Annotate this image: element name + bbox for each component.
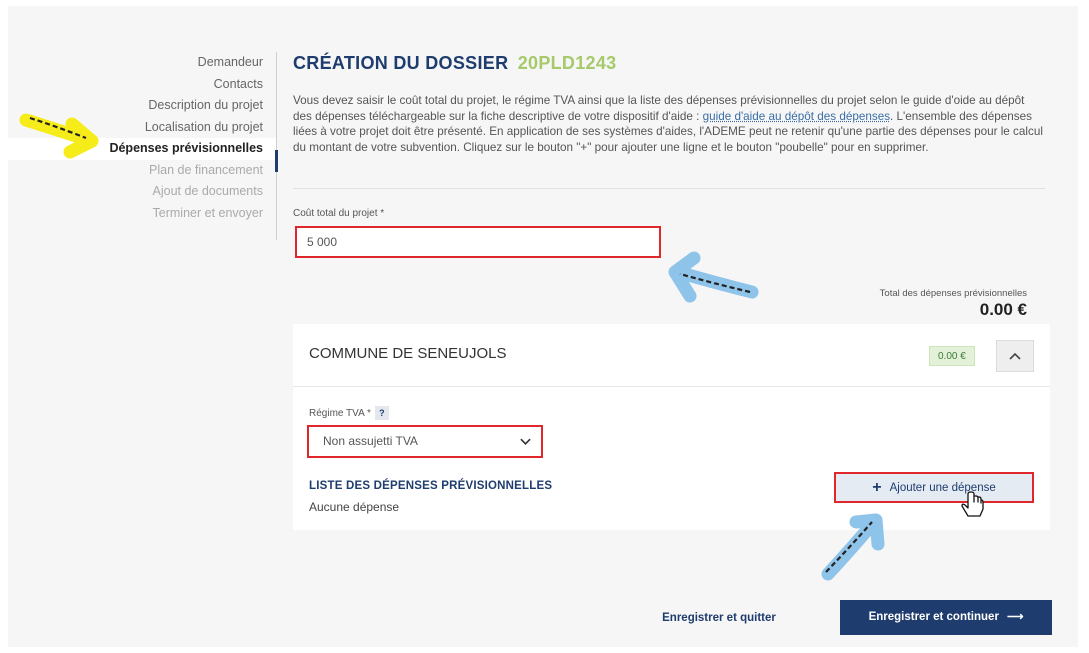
dossier-code: 20PLD1243 [517,53,617,73]
sidebar-item-financement: Plan de financement [0,160,277,182]
sidebar-item-label: Plan de financement [149,162,263,177]
beneficiary-card: COMMUNE DE SENEUJOLS 0.00 € Régime TVA *… [293,324,1050,530]
page-title-text: CRÉATION DU DOSSIER [293,53,509,73]
sidebar-item-label: Ajout de documents [152,184,264,198]
sidebar-item-description[interactable]: Description du projet [0,95,277,117]
expenses-empty-text: Aucune dépense [309,500,400,514]
amount-badge: 0.00 € [929,346,975,366]
chevron-down-icon [520,438,531,445]
tva-label-text: Régime TVA * [309,408,371,419]
save-and-continue-label: Enregistrer et continuer [868,611,999,623]
section-divider [293,188,1045,189]
sidebar-divider [276,52,277,240]
sidebar-item-depenses[interactable]: Dépenses prévisionnelles [0,138,277,160]
guide-link[interactable]: guide d'aide au dépôt des dépenses [703,110,890,123]
collapse-button[interactable] [996,340,1034,372]
add-expense-label: Ajouter une dépense [889,482,996,494]
chevron-up-icon [1009,352,1021,360]
add-expense-button[interactable]: + Ajouter une dépense [834,472,1034,503]
sidebar-active-indicator [275,150,278,172]
cost-label: Coût total du projet * [293,208,385,219]
sidebar-item-label: Localisation du projet [144,119,263,134]
sidebar-item-label: Terminer et envoyer [152,205,263,220]
save-and-quit-button[interactable]: Enregistrer et quitter [647,603,791,633]
intro-text: Vous devez saisir le coût total du proje… [293,93,1045,155]
tva-label: Régime TVA *? [309,406,389,420]
total-value: 0.00 € [979,300,1027,319]
plus-icon: + [872,479,882,496]
total-label: Total des dépenses prévisionnelles [879,288,1027,299]
step-sidebar: Demandeur Contacts Description du projet… [0,52,277,224]
card-title: COMMUNE DE SENEUJOLS [309,345,507,362]
sidebar-item-label: Description du projet [148,98,263,112]
sidebar-item-label: Dépenses prévisionnelles [109,141,263,155]
expenses-list-title: LISTE DES DÉPENSES PRÉVISIONNELLES [309,480,553,492]
help-icon[interactable]: ? [374,406,389,420]
sidebar-item-demandeur[interactable]: Demandeur [0,52,277,74]
save-and-continue-button[interactable]: Enregistrer et continuer ⟶ [840,600,1052,635]
sidebar-item-documents: Ajout de documents [0,181,277,203]
tva-select[interactable]: Non assujetti TVA [307,425,543,458]
sidebar-item-label: Demandeur [197,55,263,69]
tva-select-value: Non assujetti TVA [323,434,418,448]
sidebar-item-terminer: Terminer et envoyer [0,203,277,225]
cost-input[interactable]: 5 000 [295,226,661,258]
card-header: COMMUNE DE SENEUJOLS 0.00 € [293,324,1050,387]
sidebar-item-contacts[interactable]: Contacts [0,74,277,96]
sidebar-item-localisation[interactable]: Localisation du projet [0,117,277,139]
arrow-right-icon: ⟶ [1006,611,1024,623]
page-title: CRÉATION DU DOSSIER 20PLD1243 [293,53,616,74]
sidebar-item-label: Contacts [213,76,263,91]
